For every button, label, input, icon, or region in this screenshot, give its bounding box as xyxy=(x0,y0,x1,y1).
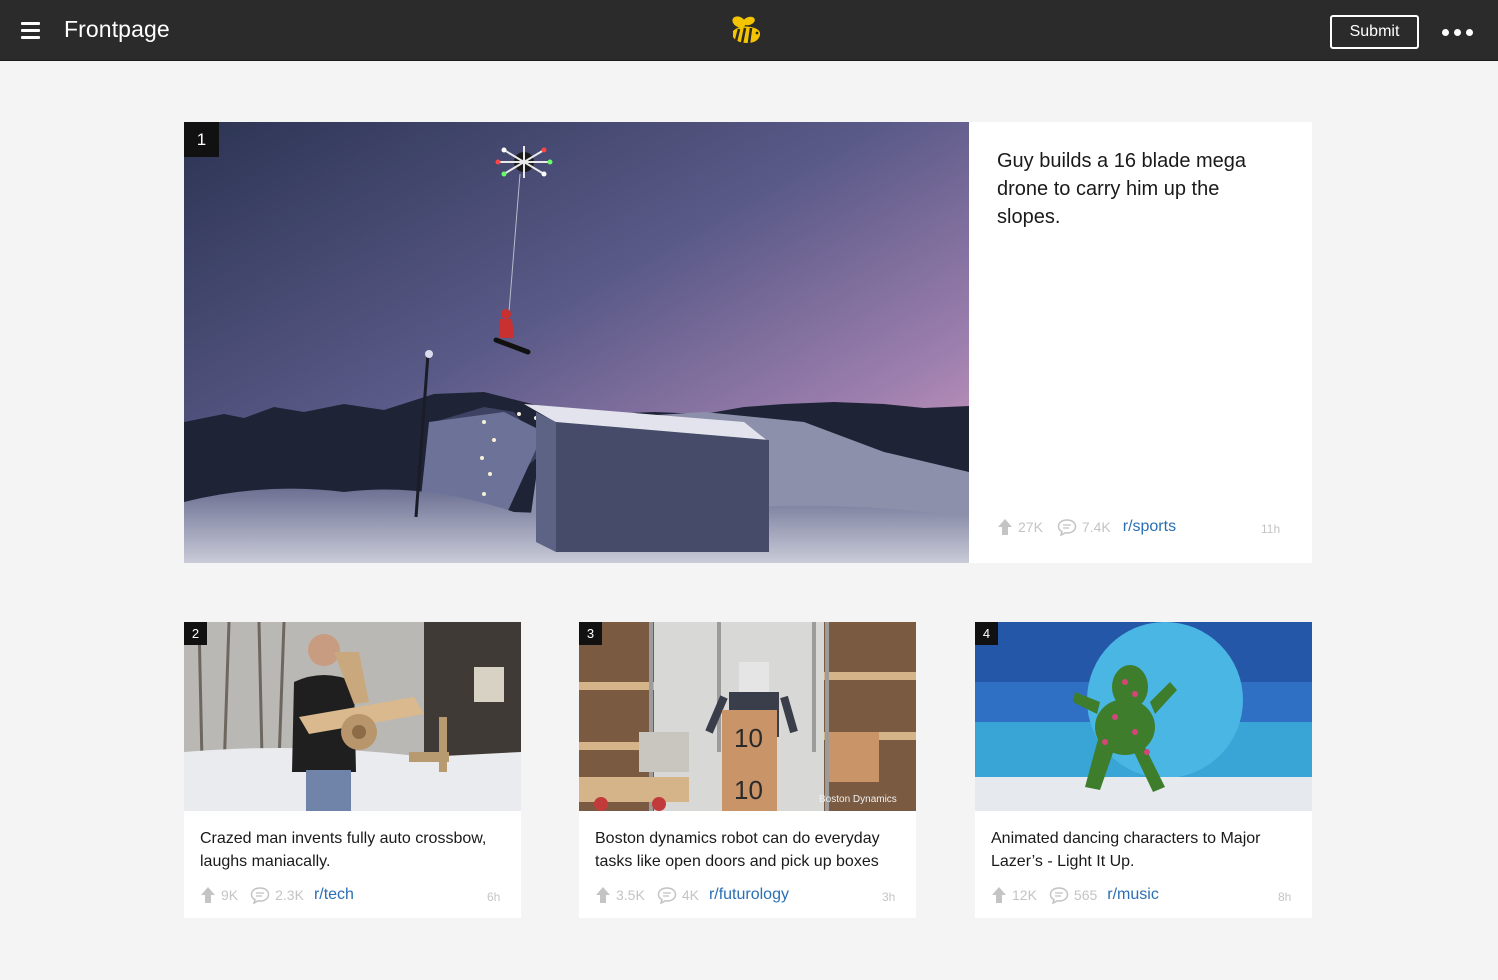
rank-badge: 3 xyxy=(579,622,602,645)
upvote-count: 27K xyxy=(1018,519,1043,535)
post-thumbnail[interactable]: 4 xyxy=(975,622,1312,811)
post-time: 8h xyxy=(1278,890,1292,904)
comment-count: 2.3K xyxy=(275,887,304,903)
hamburger-icon[interactable] xyxy=(21,21,41,41)
page-title: Frontpage xyxy=(64,16,170,42)
svg-text:10: 10 xyxy=(734,775,763,805)
upvote-icon[interactable] xyxy=(997,518,1013,536)
post-thumbnail[interactable]: 10 10 3 Boston Dynamics xyxy=(579,622,916,811)
subreddit-link[interactable]: r/futurology xyxy=(709,886,789,904)
robot-image: 10 10 xyxy=(579,622,916,811)
comment-count: 4K xyxy=(681,887,699,903)
upvote-icon[interactable] xyxy=(595,886,611,904)
upvote-icon[interactable] xyxy=(991,886,1007,904)
svg-text:10: 10 xyxy=(734,723,763,753)
upvote-icon[interactable] xyxy=(200,886,216,904)
post-title[interactable]: Boston dynamics robot can do everyday ta… xyxy=(595,827,905,873)
post-card[interactable]: 2 Crazed man invents fully auto crossbow… xyxy=(184,622,521,918)
upvote-count: 3.5K xyxy=(616,887,645,903)
post-title[interactable]: Crazed man invents fully auto crossbow, … xyxy=(200,827,510,873)
drone-snowboard-image xyxy=(184,122,969,563)
rank-badge: 2 xyxy=(184,622,207,645)
post-meta: 3.5K 4K r/futurology xyxy=(595,886,789,904)
subreddit-link[interactable]: r/music xyxy=(1107,886,1159,904)
comment-count: 7.4K xyxy=(1081,519,1111,535)
comment-icon[interactable] xyxy=(657,886,677,904)
post-time: 11h xyxy=(1261,522,1281,536)
dancing-character-image xyxy=(975,622,1312,811)
crossbow-image xyxy=(184,622,521,811)
comment-icon[interactable] xyxy=(1057,518,1077,536)
subreddit-link[interactable]: r/tech xyxy=(314,886,354,904)
post-time: 6h xyxy=(487,890,501,904)
rank-badge: 1 xyxy=(184,122,219,157)
featured-post-card[interactable]: 1 Guy builds a 16 blade mega drone to ca… xyxy=(184,122,1312,563)
submit-button[interactable]: Submit xyxy=(1330,15,1419,49)
upvote-count: 9K xyxy=(221,887,239,903)
post-title[interactable]: Guy builds a 16 blade mega drone to carr… xyxy=(997,147,1287,231)
post-card[interactable]: 4 Animated dancing characters to Major L… xyxy=(975,622,1312,918)
upvote-count: 12K xyxy=(1012,887,1037,903)
post-thumbnail[interactable]: 1 xyxy=(184,122,969,563)
subreddit-link[interactable]: r/sports xyxy=(1123,518,1176,536)
image-watermark: Boston Dynamics xyxy=(819,794,897,805)
post-meta: 12K 565 r/music xyxy=(991,886,1159,904)
bee-logo[interactable] xyxy=(729,13,765,47)
post-card[interactable]: 10 10 3 Boston Dynamics Boston dynamics … xyxy=(579,622,916,918)
top-bar: Frontpage Submit xyxy=(0,0,1498,61)
post-thumbnail[interactable]: 2 xyxy=(184,622,521,811)
comment-count: 565 xyxy=(1073,887,1098,903)
comment-icon[interactable] xyxy=(1049,886,1069,904)
post-title[interactable]: Animated dancing characters to Major Laz… xyxy=(991,827,1301,873)
post-time: 3h xyxy=(882,890,896,904)
more-dots-icon[interactable] xyxy=(1440,22,1476,42)
rank-badge: 4 xyxy=(975,622,998,645)
post-meta: 27K 7.4K r/sports xyxy=(997,518,1176,536)
comment-icon[interactable] xyxy=(250,886,270,904)
post-meta: 9K 2.3K r/tech xyxy=(200,886,354,904)
